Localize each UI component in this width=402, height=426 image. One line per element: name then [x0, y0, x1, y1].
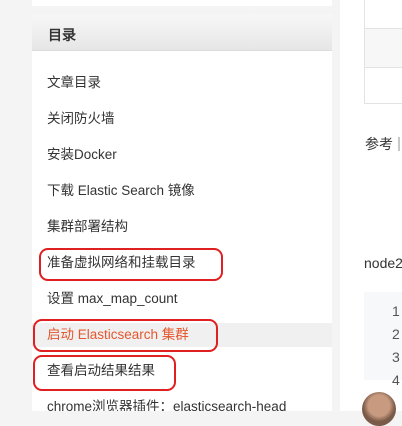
toc-header: 目录	[32, 14, 332, 51]
highlight-box	[33, 355, 176, 391]
highlight-box	[39, 248, 223, 281]
code-line-number: 1	[392, 303, 400, 319]
toc-item-label: 集群部署结构	[47, 219, 128, 234]
avatar[interactable]	[362, 392, 396, 426]
reference-text: 参考	[365, 136, 393, 152]
toc-item-disable-firewall[interactable]: 关闭防火墙	[32, 107, 332, 131]
toc-item-install-docker[interactable]: 安装Docker	[32, 143, 332, 167]
toc-item-max-map-count[interactable]: 设置 max_map_count	[32, 287, 332, 311]
code-line-number: 4	[392, 372, 400, 388]
toc-item-label: 安装Docker	[47, 147, 117, 162]
article-table	[364, 0, 402, 104]
toc-item-label: 文章目录	[47, 75, 101, 90]
table-bottom-border	[365, 103, 402, 104]
reference-link-bar	[398, 137, 400, 151]
toc-item-label: 设置 max_map_count	[47, 291, 178, 306]
toc-item-chrome-plugin[interactable]: chrome浏览器插件：elasticsearch-head	[32, 395, 332, 411]
code-line-number: 3	[392, 349, 400, 365]
toc-title: 目录	[48, 27, 76, 43]
node-text: node2	[364, 255, 402, 271]
toc-item-label: 关闭防火墙	[47, 111, 115, 126]
toc-item-article-toc[interactable]: 文章目录	[32, 71, 332, 95]
toc-item-cluster-structure[interactable]: 集群部署结构	[32, 215, 332, 239]
code-line-number: 2	[392, 326, 400, 342]
toc-item-label: chrome浏览器插件：elasticsearch-head	[47, 399, 287, 411]
table-row	[365, 28, 402, 68]
sidebar-top-card	[32, 0, 332, 6]
toc-item-download-image[interactable]: 下载 Elastic Search 镜像	[32, 179, 332, 203]
toc-item-label: 下载 Elastic Search 镜像	[47, 183, 195, 198]
highlight-box	[33, 319, 218, 352]
